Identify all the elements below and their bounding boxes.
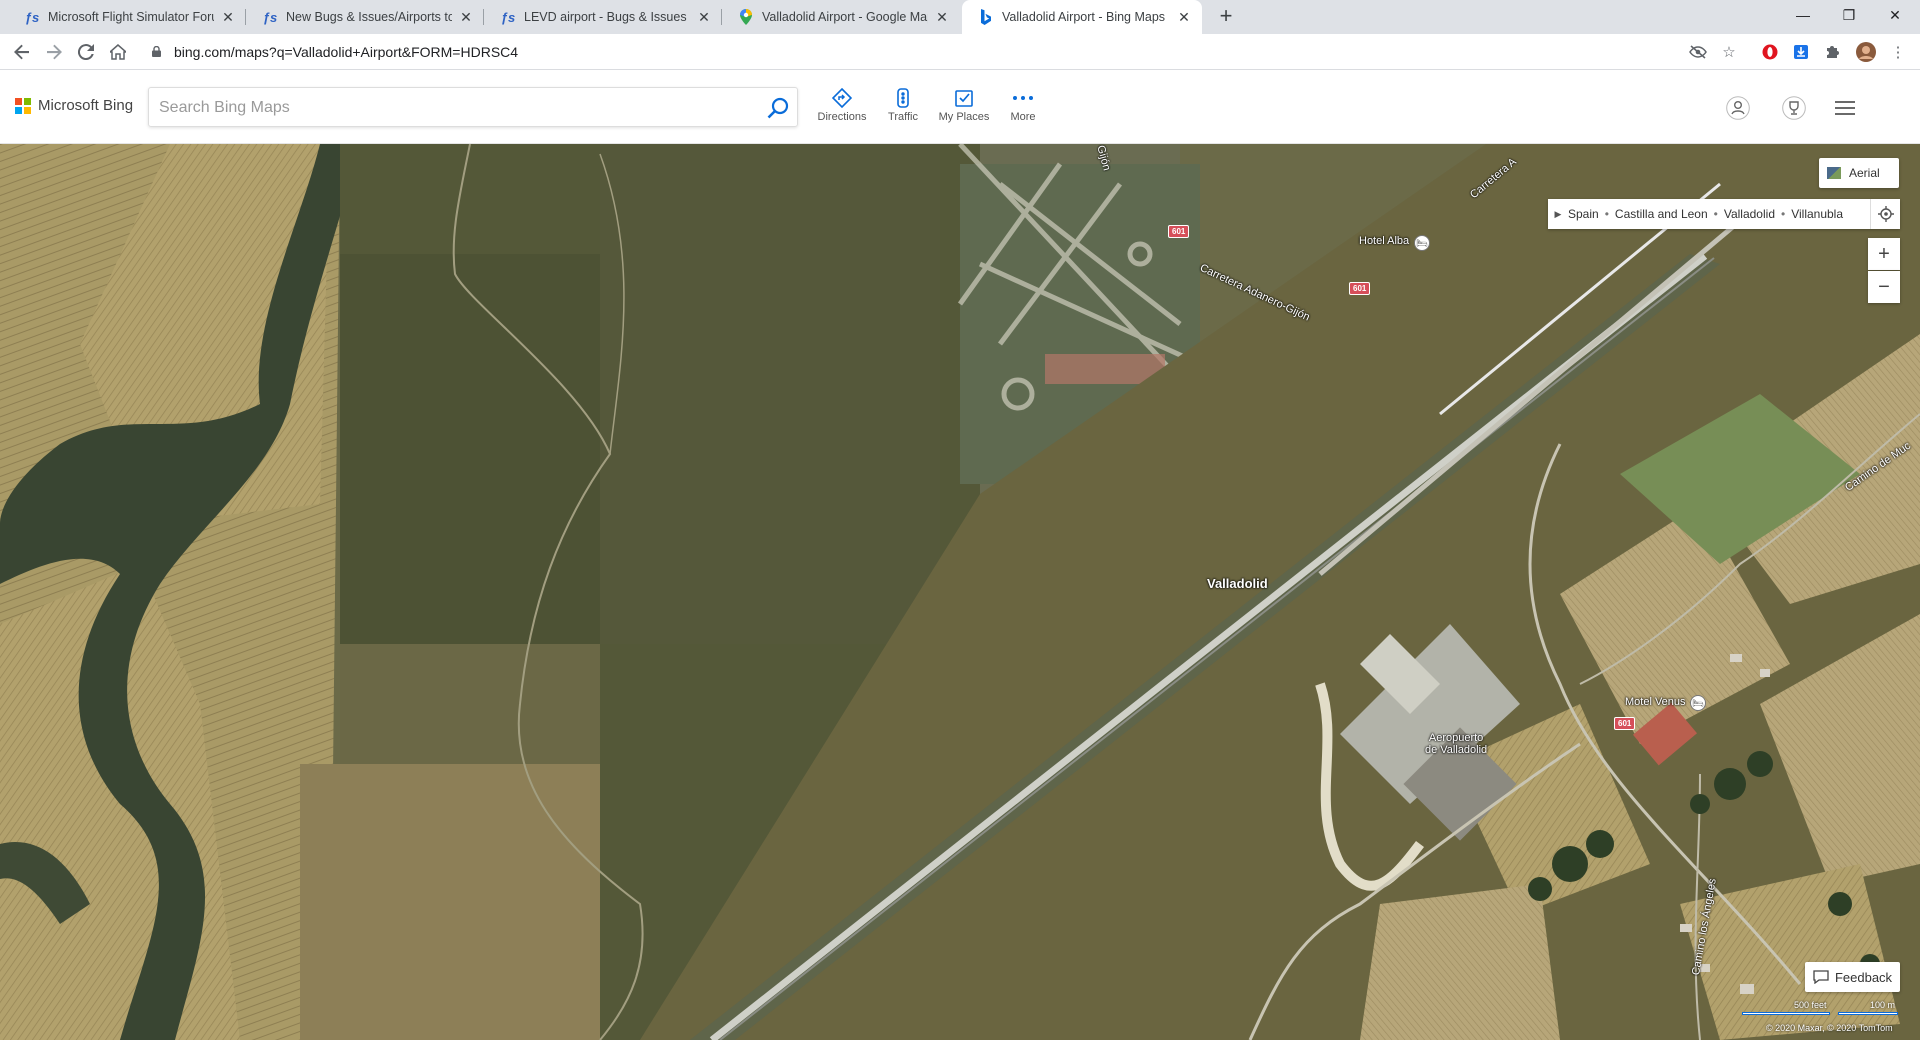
search-box[interactable] — [148, 87, 798, 127]
more-label: More — [1010, 111, 1036, 123]
reload-icon[interactable] — [72, 38, 100, 66]
search-input[interactable] — [159, 97, 739, 119]
browser-tab-strip: ƒs Microsoft Flight Simulator Forum ✕ ƒs… — [0, 0, 1920, 34]
brand-name[interactable]: Microsoft Bing — [38, 97, 133, 114]
my-places-icon — [955, 90, 973, 107]
tracking-blocked-icon[interactable] — [1688, 42, 1708, 62]
hotel-label[interactable]: Hotel Alba — [1359, 235, 1409, 247]
browser-tab[interactable]: Valladolid Airport - Google Maps ✕ — [722, 0, 960, 34]
traffic-label: Traffic — [888, 111, 918, 123]
airport-label[interactable]: Aeropuerto de Valladolid — [1425, 732, 1487, 756]
more-button[interactable]: More — [991, 88, 1055, 123]
map-copyright: © 2020 Maxar, © 2020 TomTom — [1766, 1023, 1893, 1033]
address-bar[interactable]: bing.com/maps?q=Valladolid+Airport&FORM=… — [140, 37, 1760, 67]
breadcrumb-item[interactable]: Villanubla — [1791, 207, 1843, 221]
browser-tab[interactable]: ƒs Microsoft Flight Simulator Forum ✕ — [8, 0, 246, 34]
close-tab-icon[interactable]: ✕ — [458, 9, 474, 25]
tab-title: Valladolid Airport - Google Maps — [762, 10, 928, 24]
url-text: bing.com/maps?q=Valladolid+Airport&FORM=… — [174, 44, 519, 60]
flight-simulator-icon: ƒs — [500, 9, 516, 25]
expand-breadcrumb-icon[interactable]: ▶ — [1548, 209, 1568, 220]
zoom-in-button[interactable]: + — [1868, 238, 1900, 270]
microsoft-logo-icon[interactable] — [15, 98, 31, 114]
new-tab-button[interactable]: + — [1214, 5, 1238, 29]
tab-title: New Bugs & Issues/Airports topi — [286, 10, 452, 24]
bing-header: Microsoft Bing Directions Traffic My Pla… — [0, 70, 1920, 144]
road-shield: 601 — [1349, 282, 1371, 295]
flight-simulator-icon: ƒs — [262, 9, 278, 25]
my-places-label: My Places — [938, 111, 990, 123]
road-shield: 601 — [1168, 225, 1190, 238]
scale-bar-feet — [1742, 1012, 1830, 1015]
motel-label[interactable]: Motel Venus — [1625, 696, 1686, 708]
tab-title: LEVD airport - Bugs & Issues / A — [524, 10, 690, 24]
map-style-button[interactable]: Aerial — [1819, 158, 1899, 188]
opera-extension-icon[interactable] — [1760, 42, 1780, 62]
home-icon[interactable] — [104, 38, 132, 66]
hotel-bed-icon[interactable]: 🛏 — [1414, 235, 1430, 251]
feedback-button[interactable]: Feedback — [1805, 962, 1900, 992]
google-maps-pin-icon — [738, 9, 754, 25]
browser-toolbar: bing.com/maps?q=Valladolid+Airport&FORM=… — [0, 34, 1920, 70]
rewards-trophy-icon[interactable] — [1782, 96, 1806, 120]
breadcrumb-separator: • — [1713, 207, 1718, 221]
browser-tab[interactable]: ƒs New Bugs & Issues/Airports topi ✕ — [246, 0, 484, 34]
aerial-style-icon — [1827, 167, 1841, 179]
browser-tab-active[interactable]: Valladolid Airport - Bing Maps ✕ — [962, 0, 1202, 34]
bookmark-star-icon[interactable]: ☆ — [1719, 42, 1739, 62]
close-tab-icon[interactable]: ✕ — [934, 9, 950, 25]
city-label[interactable]: Valladolid — [1207, 576, 1268, 591]
back-arrow-icon[interactable] — [8, 38, 36, 66]
hotel-bed-icon[interactable]: 🛏 — [1690, 695, 1706, 711]
minimize-button[interactable]: — — [1780, 0, 1826, 30]
hamburger-menu-icon[interactable] — [1833, 96, 1857, 120]
breadcrumb-separator: • — [1781, 207, 1786, 221]
feedback-icon — [1813, 970, 1829, 984]
feedback-label: Feedback — [1834, 969, 1893, 985]
bing-icon — [978, 9, 994, 25]
flight-simulator-icon: ƒs — [24, 9, 40, 25]
scale-meters-label: 100 m — [1870, 1000, 1896, 1010]
traffic-button[interactable]: Traffic — [871, 88, 935, 123]
aerial-imagery — [0, 144, 1920, 1040]
tab-title: Microsoft Flight Simulator Forum — [48, 10, 214, 24]
close-tab-icon[interactable]: ✕ — [696, 9, 712, 25]
directions-button[interactable]: Directions — [810, 88, 874, 123]
forward-arrow-icon[interactable] — [40, 38, 68, 66]
directions-icon — [832, 88, 852, 108]
close-tab-icon[interactable]: ✕ — [1176, 9, 1192, 25]
more-dots-icon — [1013, 96, 1033, 100]
close-tab-icon[interactable]: ✕ — [220, 9, 236, 25]
location-breadcrumb: ▶ Spain • Castilla and Leon • Valladolid… — [1548, 199, 1900, 229]
download-extension-icon[interactable] — [1791, 42, 1811, 62]
maximize-button[interactable]: ❐ — [1826, 0, 1872, 30]
locate-me-icon[interactable] — [1870, 199, 1900, 229]
map-canvas[interactable]: Gijón Carretera Adanero-Gijón Carretera … — [0, 144, 1920, 1040]
account-icon[interactable] — [1726, 96, 1750, 120]
close-window-button[interactable]: ✕ — [1872, 0, 1918, 30]
search-icon[interactable] — [767, 97, 789, 119]
extensions-puzzle-icon[interactable] — [1822, 42, 1842, 62]
road-shield: 601 — [1614, 717, 1636, 730]
zoom-out-button[interactable]: − — [1868, 271, 1900, 303]
lock-icon — [152, 46, 161, 57]
map-style-label: Aerial — [1849, 166, 1880, 180]
traffic-light-icon — [897, 88, 909, 108]
tab-title: Valladolid Airport - Bing Maps — [1002, 10, 1166, 24]
breadcrumb-item[interactable]: Castilla and Leon — [1615, 207, 1708, 221]
airport-label-line: de Valladolid — [1425, 744, 1488, 756]
profile-avatar[interactable] — [1856, 42, 1876, 62]
browser-tab[interactable]: ƒs LEVD airport - Bugs & Issues / A ✕ — [484, 0, 722, 34]
breadcrumb-item[interactable]: Valladolid — [1724, 207, 1775, 221]
breadcrumb-item[interactable]: Spain — [1568, 207, 1599, 221]
my-places-button[interactable]: My Places — [932, 88, 996, 123]
browser-menu-icon[interactable]: ⋮ — [1888, 42, 1908, 62]
scale-feet-label: 500 feet — [1794, 1000, 1827, 1010]
airport-label-line: Aeropuerto — [1428, 732, 1484, 744]
scale-bar-meters — [1838, 1012, 1898, 1015]
breadcrumb-separator: • — [1604, 207, 1609, 221]
directions-label: Directions — [817, 111, 867, 123]
